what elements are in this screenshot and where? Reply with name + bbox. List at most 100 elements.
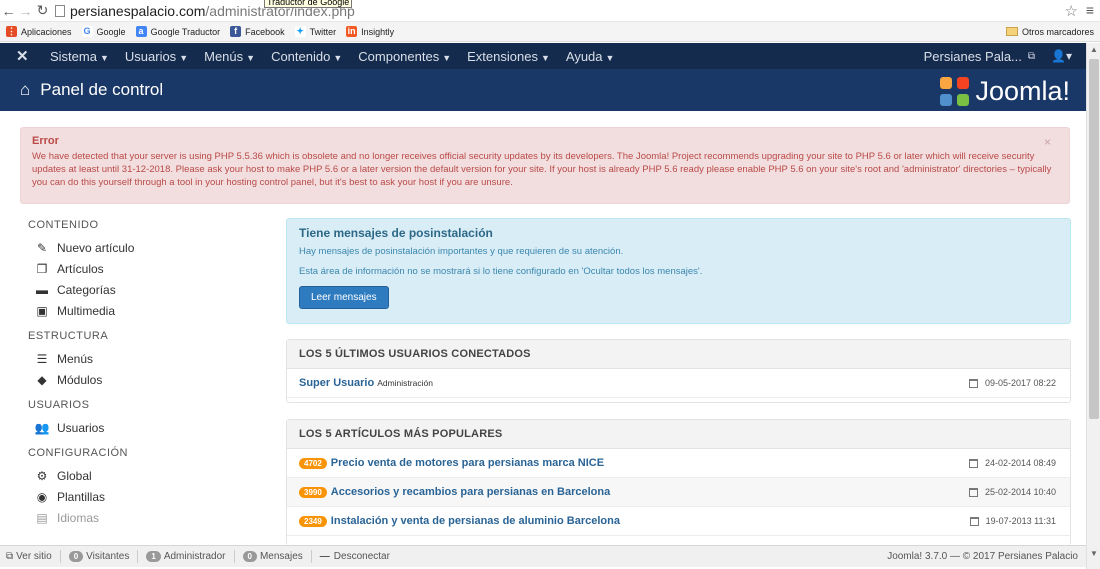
user-client: Administración — [377, 378, 433, 388]
menu-usuarios[interactable]: Usuarios ▼ — [125, 49, 188, 64]
bookmark-insightly[interactable]: in Insightly — [346, 26, 394, 37]
bookmark-star-icon[interactable]: ☆ — [1065, 2, 1078, 20]
apps-grid-icon: ⋮ — [6, 26, 17, 37]
insightly-icon: in — [346, 26, 358, 37]
calendar-icon — [969, 516, 979, 526]
calendar-icon — [968, 458, 978, 468]
sidebar-item-label: Usuarios — [57, 420, 105, 435]
menu-extensiones[interactable]: Extensiones ▼ — [467, 49, 550, 64]
user-menu-icon[interactable]: 👤▾ — [1051, 49, 1072, 63]
postinstall-messages-box: Tiene mensajes de posinstalación Hay men… — [286, 218, 1071, 324]
user-link[interactable]: Super Usuario — [299, 377, 374, 389]
bookmark-label: Aplicaciones — [21, 26, 72, 37]
bookmark-apps[interactable]: ⋮ Aplicaciones — [6, 26, 72, 37]
sidebar-item-nuevo-articulo[interactable]: ✎ Nuevo artículo — [28, 237, 278, 258]
other-bookmarks[interactable]: Otros marcadores — [1005, 27, 1094, 37]
visitors-label: Visitantes — [86, 551, 130, 562]
bookmark-label: Insightly — [361, 26, 395, 37]
sidebar-item-plantillas[interactable]: ◉ Plantillas — [28, 486, 278, 507]
sidebar-section-title: USUARIOS — [28, 399, 90, 411]
view-site-link[interactable]: ⧉ Ver sitio — [6, 551, 52, 562]
minus-icon: — — [319, 551, 330, 562]
url-host: persianespalacio.com — [70, 2, 206, 19]
sidebar-item-articulos[interactable]: ❐ Artículos — [28, 258, 278, 279]
menu-contenido[interactable]: Contenido ▼ — [271, 49, 342, 64]
users-icon: 👥 — [34, 420, 50, 435]
menu-componentes[interactable]: Componentes ▼ — [358, 49, 451, 64]
back-arrow-icon[interactable]: ← — [0, 3, 17, 19]
sidebar-item-categorias[interactable]: ▬ Categorías — [28, 279, 278, 300]
table-row: Super Usuario Administración 09-05-2017 … — [287, 369, 1070, 398]
sidebar-section-title: CONTENIDO — [28, 219, 99, 231]
caret-down-icon: ▼ — [179, 52, 189, 63]
admin-status[interactable]: 1 Administrador — [146, 551, 226, 562]
scroll-thumb[interactable] — [1089, 59, 1099, 419]
bookmarks-bar: ⋮ Aplicaciones G Google a Google Traduct… — [0, 22, 1100, 42]
scroll-up-icon[interactable]: ▲ — [1087, 43, 1100, 57]
hits-badge: 2349 — [299, 515, 327, 527]
sidebar-item-idiomas[interactable]: ▤ Idiomas — [28, 507, 278, 528]
hits-badge: 4702 — [299, 457, 327, 469]
page-scrollbar[interactable]: ▲ ▼ — [1086, 43, 1100, 569]
bookmark-google-translate[interactable]: a Google Traductor — [135, 26, 220, 37]
row-date: 25-02-2014 10:40 — [968, 487, 1056, 497]
sidebar-item-label: Artículos — [57, 261, 104, 276]
bookmark-google[interactable]: G Google — [81, 26, 126, 37]
sidebar-section-title: ESTRUCTURA — [28, 330, 109, 342]
messages-status[interactable]: 0 Mensajes — [242, 551, 303, 562]
image-icon: ▣ — [36, 303, 48, 318]
sidebar: CONTENIDO ✎ Nuevo artículo ❐ Artículos ▬ Ca… — [28, 219, 278, 528]
messages-badge: 0 — [242, 551, 257, 562]
reload-icon[interactable]: ↻ — [34, 2, 51, 19]
menu-sistema[interactable]: Sistema ▼ — [50, 49, 109, 64]
separator — [137, 550, 139, 563]
menu-label: Usuarios — [124, 48, 177, 64]
sidebar-item-label: Idiomas — [57, 510, 100, 525]
menu-ayuda[interactable]: Ayuda ▼ — [566, 49, 615, 64]
admin-badge: 1 — [146, 551, 161, 562]
menu-label: Componentes — [358, 48, 440, 64]
read-messages-button[interactable]: Leer mensajes — [299, 286, 389, 309]
site-link[interactable]: Persianes Pala... — [924, 49, 1022, 64]
table-row: 3990 Accesorios y recambios para persian… — [287, 478, 1070, 507]
sidebar-item-global[interactable]: ⚙ Global — [28, 465, 278, 486]
article-link[interactable]: Precio venta de motores para persianas m… — [331, 457, 604, 469]
menu-menus[interactable]: Menús ▼ — [204, 49, 255, 64]
bookmark-twitter[interactable]: ✦ Twitter — [294, 26, 337, 37]
cog-icon: ⚙ — [36, 468, 48, 483]
sidebar-item-label: Multimedia — [57, 303, 116, 318]
logout-link[interactable]: — Desconectar — [320, 551, 390, 562]
sidebar-item-label: Plantillas — [57, 489, 106, 504]
bookmark-label: Twitter — [309, 26, 337, 37]
joomla-icon[interactable]: ✕ — [16, 47, 36, 65]
forward-arrow-icon[interactable]: → — [17, 3, 34, 19]
browser-menu-icon[interactable]: ≡ — [1086, 2, 1094, 18]
sidebar-item-label: Nuevo artículo — [57, 240, 135, 255]
external-link-icon: ⧉ — [6, 551, 14, 562]
bookmark-facebook[interactable]: f Facebook — [230, 26, 285, 37]
visitors-status[interactable]: 0 Visitantes — [68, 551, 130, 562]
close-icon[interactable]: × — [1044, 135, 1051, 149]
sidebar-item-menus[interactable]: ☰ Menús — [28, 348, 278, 369]
postinstall-text: Hay mensajes de posinstalación important… — [299, 246, 624, 257]
separator — [233, 550, 235, 563]
facebook-icon: f — [230, 26, 242, 37]
caret-down-icon: ▼ — [442, 52, 452, 63]
cube-icon: ◆ — [37, 372, 47, 387]
comments-icon: ▤ — [36, 510, 48, 525]
caret-down-icon: ▼ — [246, 52, 256, 63]
admin-label: Administrador — [163, 551, 226, 562]
scroll-down-icon[interactable]: ▼ — [1087, 547, 1100, 561]
sidebar-item-usuarios[interactable]: 👥 Usuarios — [28, 417, 278, 438]
caret-down-icon: ▼ — [605, 52, 615, 63]
logout-label: Desconectar — [333, 551, 390, 562]
alert-heading: Error — [32, 135, 59, 147]
sidebar-item-modulos[interactable]: ◆ Módulos — [28, 369, 278, 390]
article-link[interactable]: Accesorios y recambios para persianas en… — [331, 486, 610, 498]
postinstall-heading: Tiene mensajes de posinstalación — [299, 226, 493, 240]
calendar-icon — [968, 378, 978, 388]
status-bar: ⧉ Ver sitio 0 Visitantes 1 Administrador 0M… — [0, 545, 1086, 567]
calendar-icon — [968, 487, 978, 497]
sidebar-item-multimedia[interactable]: ▣ Multimedia — [28, 300, 278, 321]
article-link[interactable]: Instalación y venta de persianas de alum… — [331, 515, 620, 527]
